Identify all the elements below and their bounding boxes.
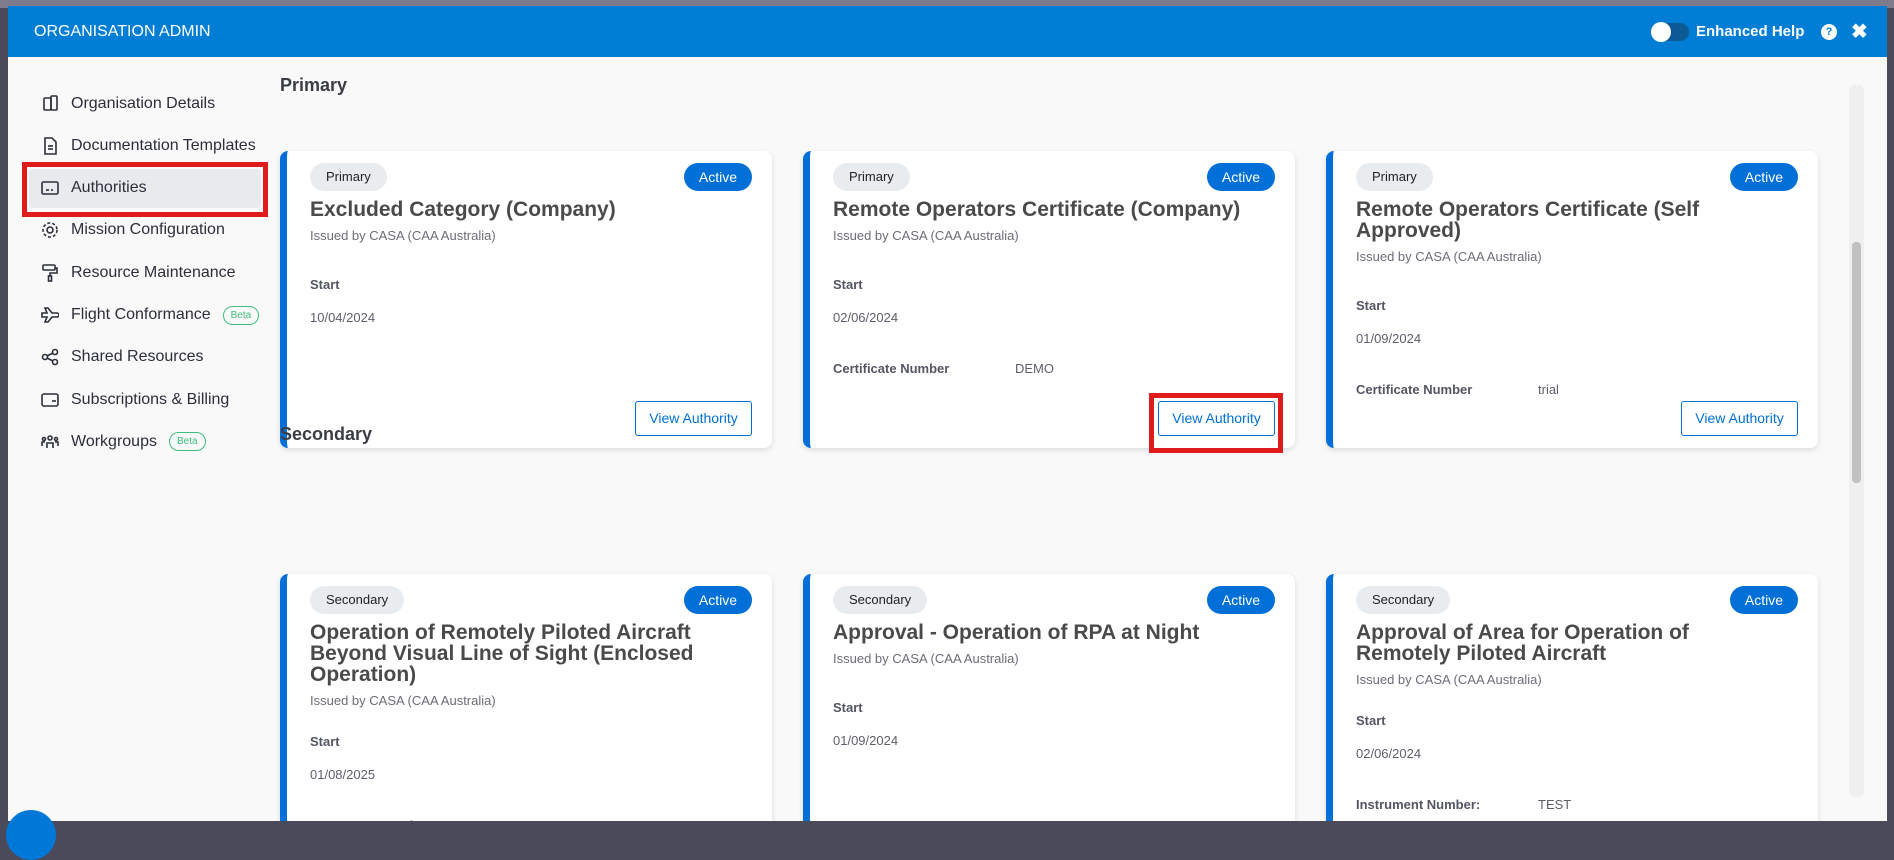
issuer: Issued by CASA (CAA Australia): [310, 228, 496, 243]
start-date: 02/06/2024: [1356, 746, 1422, 761]
beta-badge: Beta: [222, 305, 260, 325]
enhanced-help-label: Enhanced Help: [1696, 23, 1805, 40]
authority-title: Approval - Operation of RPA at Night: [833, 621, 1200, 644]
sidebar-item-subscriptions-billing[interactable]: Subscriptions & Billing: [29, 380, 261, 419]
start-date: 01/08/2025: [310, 767, 376, 782]
status-badge: Active: [683, 163, 752, 191]
sidebar-item-label: Organisation Details: [71, 94, 216, 112]
authority-title: Remote Operators Certificate (Company): [833, 198, 1241, 221]
start-date: 01/09/2024: [833, 733, 899, 748]
modal-title: ORGANISATION ADMIN: [34, 23, 211, 40]
authority-type-badge: Secondary: [1356, 586, 1451, 614]
sidebar-item-label: Shared Resources: [71, 348, 204, 366]
start-label: Start: [833, 277, 863, 292]
authority-type-badge: Primary: [310, 163, 387, 191]
sidebar-item-shared-resources[interactable]: Shared Resources: [29, 338, 261, 377]
authority-title: Operation of Remotely Piloted Aircraft B…: [310, 621, 694, 686]
sidebar-item-label: Flight Conformance: [71, 306, 211, 323]
sidebar-item-label: Workgroups: [71, 432, 157, 450]
start-label: Start: [1356, 298, 1386, 313]
field-label: Instrument Number: [310, 815, 742, 821]
issuer: Issued by CASA (CAA Australia): [833, 651, 1019, 666]
modal-header: ORGANISATION ADMIN Enhanced Help ? ✖: [8, 6, 1887, 57]
status-badge: Active: [1206, 586, 1275, 614]
group-icon: [41, 435, 59, 448]
authority-type-badge: Primary: [1356, 163, 1433, 191]
field-value: TEST: [1538, 797, 1572, 812]
issuer: Issued by CASA (CAA Australia): [1356, 672, 1542, 687]
document-icon: [44, 136, 57, 155]
status-badge: Active: [683, 586, 752, 614]
authority-type-badge: Primary: [833, 163, 910, 191]
start-label: Start: [310, 734, 340, 749]
scrollbar-thumb[interactable]: [1852, 242, 1861, 483]
start-date: 10/04/2024: [310, 310, 376, 325]
gear-icon: [42, 222, 58, 239]
start-label: Start: [310, 277, 340, 292]
beta-badge: Beta: [168, 432, 206, 452]
authority-title: Excluded Category (Company): [310, 198, 616, 221]
organisation-admin-modal: ORGANISATION ADMIN Enhanced Help ? ✖ Org…: [8, 6, 1887, 821]
field-value: DEMO: [1015, 361, 1054, 376]
start-date: 01/09/2024: [1356, 331, 1422, 346]
section-title: Secondary: [280, 424, 373, 444]
building-icon: [43, 94, 58, 111]
start-date: 02/06/2024: [833, 310, 899, 325]
start-label: Start: [833, 700, 863, 715]
share-icon: [41, 348, 59, 366]
authority-title: Approval of Area for Operation of Remote…: [1356, 621, 1689, 665]
field-label: Instrument Number:: [1356, 797, 1481, 812]
authority-card: Secondary Active Operation of Remotely P…: [280, 574, 772, 821]
section-title: Primary: [280, 75, 348, 95]
field-label: Certificate Number: [1356, 382, 1473, 397]
sidebar-item-label: Resource Maintenance: [71, 263, 236, 281]
enhanced-help-toggle[interactable]: [1651, 22, 1689, 42]
sidebar-item-workgroups[interactable]: Workgroups Beta: [29, 422, 261, 461]
authority-card: Primary Active Remote Operators Certific…: [1326, 151, 1818, 448]
view-authority-button[interactable]: View Authority: [1681, 401, 1798, 436]
sidebar-item-label: Subscriptions & Billing: [71, 390, 230, 408]
floating-action-button[interactable]: [6, 810, 56, 860]
sidebar-item-authorities[interactable]: Authorities: [29, 168, 261, 208]
status-badge: Active: [1206, 163, 1275, 191]
authority-card: Secondary Active Approval - Operation of…: [803, 574, 1295, 821]
field-value: trial: [1538, 382, 1559, 397]
issuer: Issued by CASA (CAA Australia): [833, 228, 1019, 243]
authority-card: Primary Active Remote Operators Certific…: [803, 151, 1295, 448]
scrollbar[interactable]: [1849, 85, 1864, 797]
close-icon[interactable]: ✖: [1851, 19, 1868, 44]
issuer: Issued by CASA (CAA Australia): [1356, 249, 1542, 264]
sidebar-item-label: Mission Configuration: [71, 221, 225, 239]
field-label: Certificate Number: [833, 361, 950, 376]
authority-type-badge: Secondary: [310, 586, 405, 614]
authority-card: Primary Active Excluded Category (Compan…: [280, 151, 772, 448]
sidebar-item-mission-configuration[interactable]: Mission Configuration: [29, 211, 261, 250]
sidebar-item-flight-conformance[interactable]: Flight Conformance Beta: [29, 296, 261, 335]
status-badge: Active: [1729, 163, 1798, 191]
sidebar-item-documentation-templates[interactable]: Documentation Templates: [29, 126, 261, 165]
help-icon[interactable]: ?: [1821, 24, 1837, 40]
authority-type-badge: Secondary: [833, 586, 928, 614]
view-authority-button[interactable]: View Authority: [635, 401, 752, 436]
id-card-icon: [41, 181, 59, 195]
authority-title: Remote Operators Certificate (Self Appro…: [1356, 198, 1700, 242]
authority-card: Secondary Active Approval of Area for Op…: [1326, 574, 1818, 821]
start-label: Start: [1356, 713, 1386, 728]
sidebar-item-label: Authorities: [71, 179, 147, 197]
plane-icon: [41, 307, 59, 323]
wallet-icon: [41, 392, 59, 407]
sidebar-item-organisation-details[interactable]: Organisation Details: [29, 84, 261, 123]
view-authority-button[interactable]: View Authority: [1158, 401, 1275, 436]
sidebar-item-resource-maintenance[interactable]: Resource Maintenance: [29, 253, 261, 292]
paint-roller-icon: [42, 263, 58, 282]
issuer: Issued by CASA (CAA Australia): [310, 693, 496, 708]
status-badge: Active: [1729, 586, 1798, 614]
sidebar-item-label: Documentation Templates: [71, 136, 256, 154]
